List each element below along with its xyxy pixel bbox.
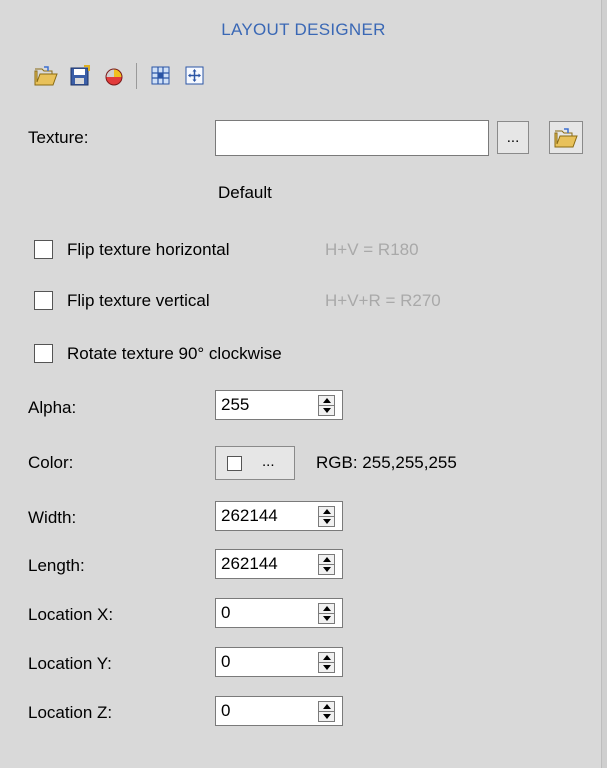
flip-vertical-label: Flip texture vertical	[67, 291, 210, 310]
location-y-spinner	[318, 652, 335, 673]
rotate-label: Rotate texture 90° clockwise	[67, 344, 282, 363]
texture-current-name: Default	[218, 183, 272, 202]
flip-vertical-checkbox[interactable]	[34, 291, 53, 310]
color-picker-button-label: ...	[262, 453, 275, 470]
width-decrement-button[interactable]	[319, 517, 334, 526]
arrow-down-icon	[322, 665, 331, 670]
alpha-decrement-button[interactable]	[319, 406, 334, 415]
arrow-up-icon	[322, 509, 331, 514]
texture-label: Texture:	[28, 128, 89, 147]
arrow-up-icon	[322, 557, 331, 562]
save-icon	[70, 65, 90, 86]
arrow-up-icon	[322, 704, 331, 709]
texture-input[interactable]	[215, 120, 489, 156]
texture-open-button[interactable]	[549, 121, 583, 154]
location-y-stepper[interactable]: 0	[215, 647, 343, 677]
location-z-stepper[interactable]: 0	[215, 696, 343, 726]
color-button[interactable]	[102, 64, 126, 88]
width-increment-button[interactable]	[319, 507, 334, 517]
location-x-stepper[interactable]: 0	[215, 598, 343, 628]
panel-title: LAYOUT DESIGNER	[221, 20, 386, 39]
location-z-label: Location Z:	[28, 703, 113, 722]
alpha-value: 255	[221, 395, 250, 414]
alpha-spinner	[318, 395, 335, 416]
location-z-increment-button[interactable]	[319, 702, 334, 712]
flip-vertical-hint: H+V+R = R270	[325, 291, 441, 310]
open-folder-icon	[34, 66, 58, 86]
alpha-increment-button[interactable]	[319, 396, 334, 406]
location-y-value: 0	[221, 652, 231, 671]
width-spinner	[318, 506, 335, 527]
arrow-down-icon	[322, 408, 331, 413]
color-label: Color:	[28, 453, 74, 472]
texture-browse-button[interactable]: ...	[497, 121, 529, 154]
location-x-decrement-button[interactable]	[319, 614, 334, 623]
location-x-increment-button[interactable]	[319, 604, 334, 614]
length-label: Length:	[28, 556, 85, 575]
arrow-down-icon	[322, 519, 331, 524]
arrow-down-icon	[322, 616, 331, 621]
open-folder-icon	[554, 127, 578, 147]
rotate-checkbox[interactable]	[34, 344, 53, 363]
location-x-value: 0	[221, 603, 231, 622]
width-label: Width:	[28, 508, 77, 527]
toolbar	[34, 61, 217, 91]
arrow-up-icon	[322, 606, 331, 611]
width-value: 262144	[221, 506, 278, 525]
open-texture-button[interactable]	[34, 64, 58, 88]
move-icon	[185, 66, 204, 85]
toolbar-separator	[136, 63, 137, 89]
flip-horizontal-hint: H+V = R180	[325, 240, 419, 259]
texture-browse-label: ...	[506, 129, 520, 146]
save-button[interactable]	[68, 64, 92, 88]
location-z-spinner	[318, 701, 335, 722]
location-x-label: Location X:	[28, 605, 114, 624]
length-value: 262144	[221, 554, 278, 573]
location-y-decrement-button[interactable]	[319, 663, 334, 672]
length-decrement-button[interactable]	[319, 565, 334, 574]
length-spinner	[318, 554, 335, 575]
location-x-spinner	[318, 603, 335, 624]
width-stepper[interactable]: 262144	[215, 501, 343, 531]
location-y-increment-button[interactable]	[319, 653, 334, 663]
flip-horizontal-checkbox[interactable]	[34, 240, 53, 259]
color-swatch	[227, 456, 242, 471]
location-z-decrement-button[interactable]	[319, 712, 334, 721]
panel-right-border	[601, 0, 607, 768]
arrow-up-icon	[322, 398, 331, 403]
length-increment-button[interactable]	[319, 555, 334, 565]
move-button[interactable]	[183, 64, 207, 88]
length-stepper[interactable]: 262144	[215, 549, 343, 579]
color-picker-button[interactable]: ...	[215, 446, 295, 480]
location-z-value: 0	[221, 701, 231, 720]
grid-layout-icon	[151, 66, 170, 85]
flip-horizontal-label: Flip texture horizontal	[67, 240, 230, 259]
arrow-down-icon	[322, 567, 331, 572]
alpha-label: Alpha:	[28, 398, 77, 417]
grid-layout-button[interactable]	[149, 64, 173, 88]
arrow-up-icon	[322, 655, 331, 660]
alpha-stepper[interactable]: 255	[215, 390, 343, 420]
color-rgb-value: RGB: 255,255,255	[316, 453, 457, 472]
color-wheel-icon	[105, 68, 123, 86]
arrow-down-icon	[322, 714, 331, 719]
location-y-label: Location Y:	[28, 654, 112, 673]
